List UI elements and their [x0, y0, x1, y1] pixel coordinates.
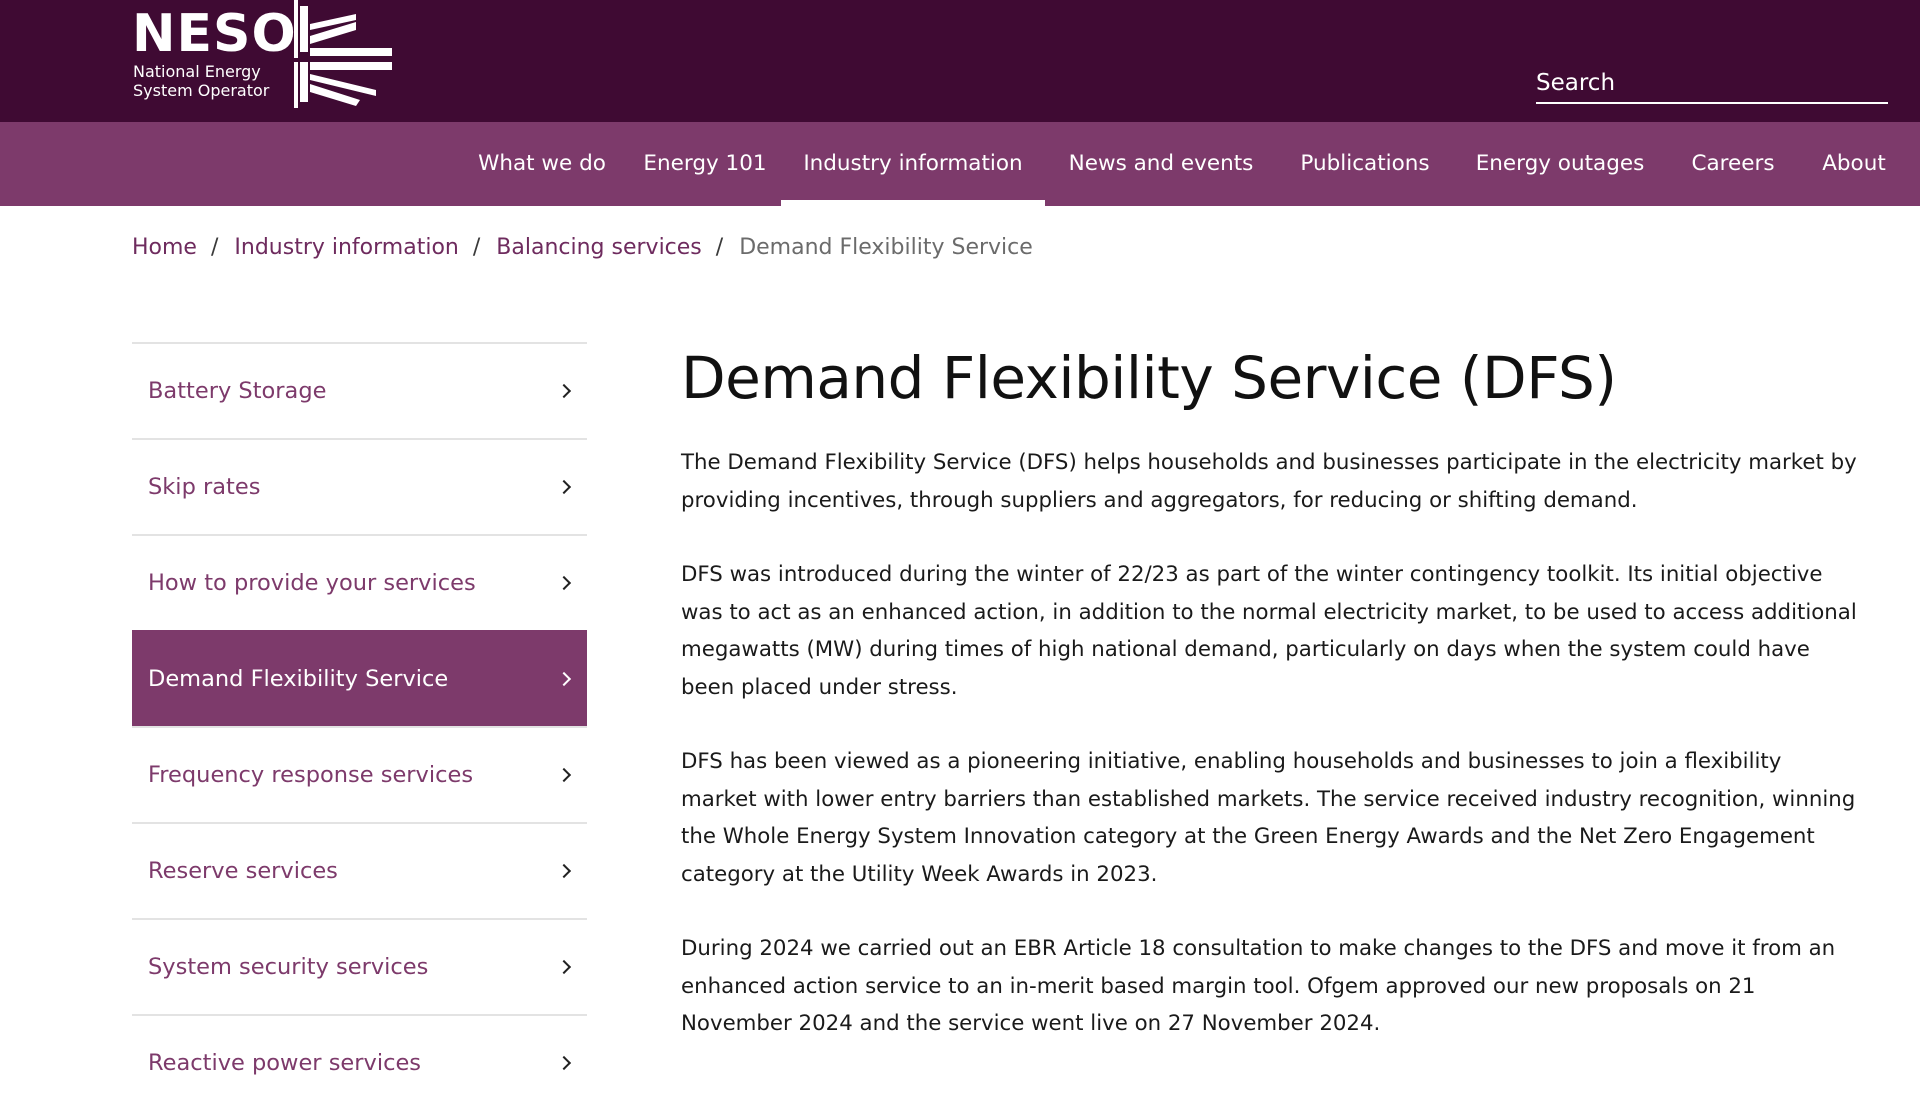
page-title: Demand Flexibility Service (DFS)	[681, 344, 1617, 412]
sidebar-item-label: System security services	[148, 954, 429, 980]
breadcrumb-industry-information[interactable]: Industry information	[234, 235, 458, 260]
chevron-right-icon	[556, 959, 572, 975]
search-bar	[1536, 66, 1888, 104]
breadcrumb: Home / Industry information / Balancing serv…	[132, 230, 1033, 266]
union-flag-icon	[294, 0, 392, 108]
site-logo[interactable]: NESO National Energy System Operator	[132, 0, 392, 112]
sidebar-item-label: Frequency response services	[148, 762, 474, 788]
logo-subtitle: National Energy System Operator	[133, 62, 269, 100]
logo-wordmark: NESO	[132, 4, 297, 64]
nav-what-we-do[interactable]: What we do	[468, 122, 616, 206]
chevron-right-icon	[556, 1055, 572, 1071]
chevron-right-icon	[556, 383, 572, 399]
sidebar-item-label: How to provide your services	[148, 570, 476, 596]
body-paragraph: During 2024 we carried out an EBR Articl…	[681, 936, 1836, 1036]
breadcrumb-separator: /	[472, 235, 481, 260]
site-header: NESO National Energy System Operator	[0, 0, 1920, 122]
chevron-right-icon	[556, 479, 572, 495]
chevron-right-icon	[556, 575, 572, 591]
sidebar-item-how-to-provide-your-services[interactable]: How to provide your services	[132, 534, 587, 630]
sidebar-item-reserve-services[interactable]: Reserve services	[132, 822, 587, 918]
main-content: Demand Flexibility Service (DFS) The Dem…	[681, 338, 1861, 1080]
sidebar-item-demand-flexibility-service[interactable]: Demand Flexibility Service	[132, 630, 587, 726]
logo-subtitle-line2: System Operator	[133, 81, 270, 100]
sidebar-item-reactive-power-services[interactable]: Reactive power services	[132, 1014, 587, 1110]
chevron-right-icon	[556, 767, 572, 783]
breadcrumb-home[interactable]: Home	[132, 235, 197, 260]
main-navigation: What we do Energy 101 Industry informati…	[0, 122, 1920, 206]
sidebar-item-label: Reactive power services	[148, 1050, 422, 1076]
body-paragraph: The Demand Flexibility Service (DFS) hel…	[681, 450, 1857, 513]
sidebar-item-label: Skip rates	[148, 474, 261, 500]
sidebar-item-system-security-services[interactable]: System security services	[132, 918, 587, 1014]
breadcrumb-balancing-services[interactable]: Balancing services	[496, 235, 702, 260]
nav-energy-outages[interactable]: Energy outages	[1468, 122, 1652, 206]
nav-about[interactable]: About	[1812, 122, 1896, 206]
breadcrumb-separator: /	[210, 235, 219, 260]
section-sidebar: Battery Storage Skip rates How to provid…	[132, 342, 587, 1110]
nav-energy-101[interactable]: Energy 101	[640, 122, 770, 206]
sidebar-item-label: Battery Storage	[148, 378, 327, 404]
nav-news-and-events[interactable]: News and events	[1060, 122, 1262, 206]
chevron-right-icon	[556, 671, 572, 687]
nav-industry-information[interactable]: Industry information	[781, 122, 1045, 206]
body-paragraph: DFS has been viewed as a pioneering init…	[681, 749, 1856, 887]
nav-publications[interactable]: Publications	[1288, 122, 1442, 206]
nav-careers[interactable]: Careers	[1680, 122, 1786, 206]
logo-subtitle-line1: National Energy	[133, 62, 261, 81]
search-input[interactable]	[1536, 66, 1888, 100]
sidebar-item-label: Reserve services	[148, 858, 338, 884]
breadcrumb-current: Demand Flexibility Service	[739, 235, 1033, 260]
breadcrumb-separator: /	[715, 235, 724, 260]
sidebar-item-label: Demand Flexibility Service	[148, 666, 449, 692]
sidebar-item-frequency-response-services[interactable]: Frequency response services	[132, 726, 587, 822]
chevron-right-icon	[556, 863, 572, 879]
body-paragraph: DFS was introduced during the winter of …	[681, 562, 1857, 700]
sidebar-item-battery-storage[interactable]: Battery Storage	[132, 342, 587, 438]
sidebar-item-skip-rates[interactable]: Skip rates	[132, 438, 587, 534]
